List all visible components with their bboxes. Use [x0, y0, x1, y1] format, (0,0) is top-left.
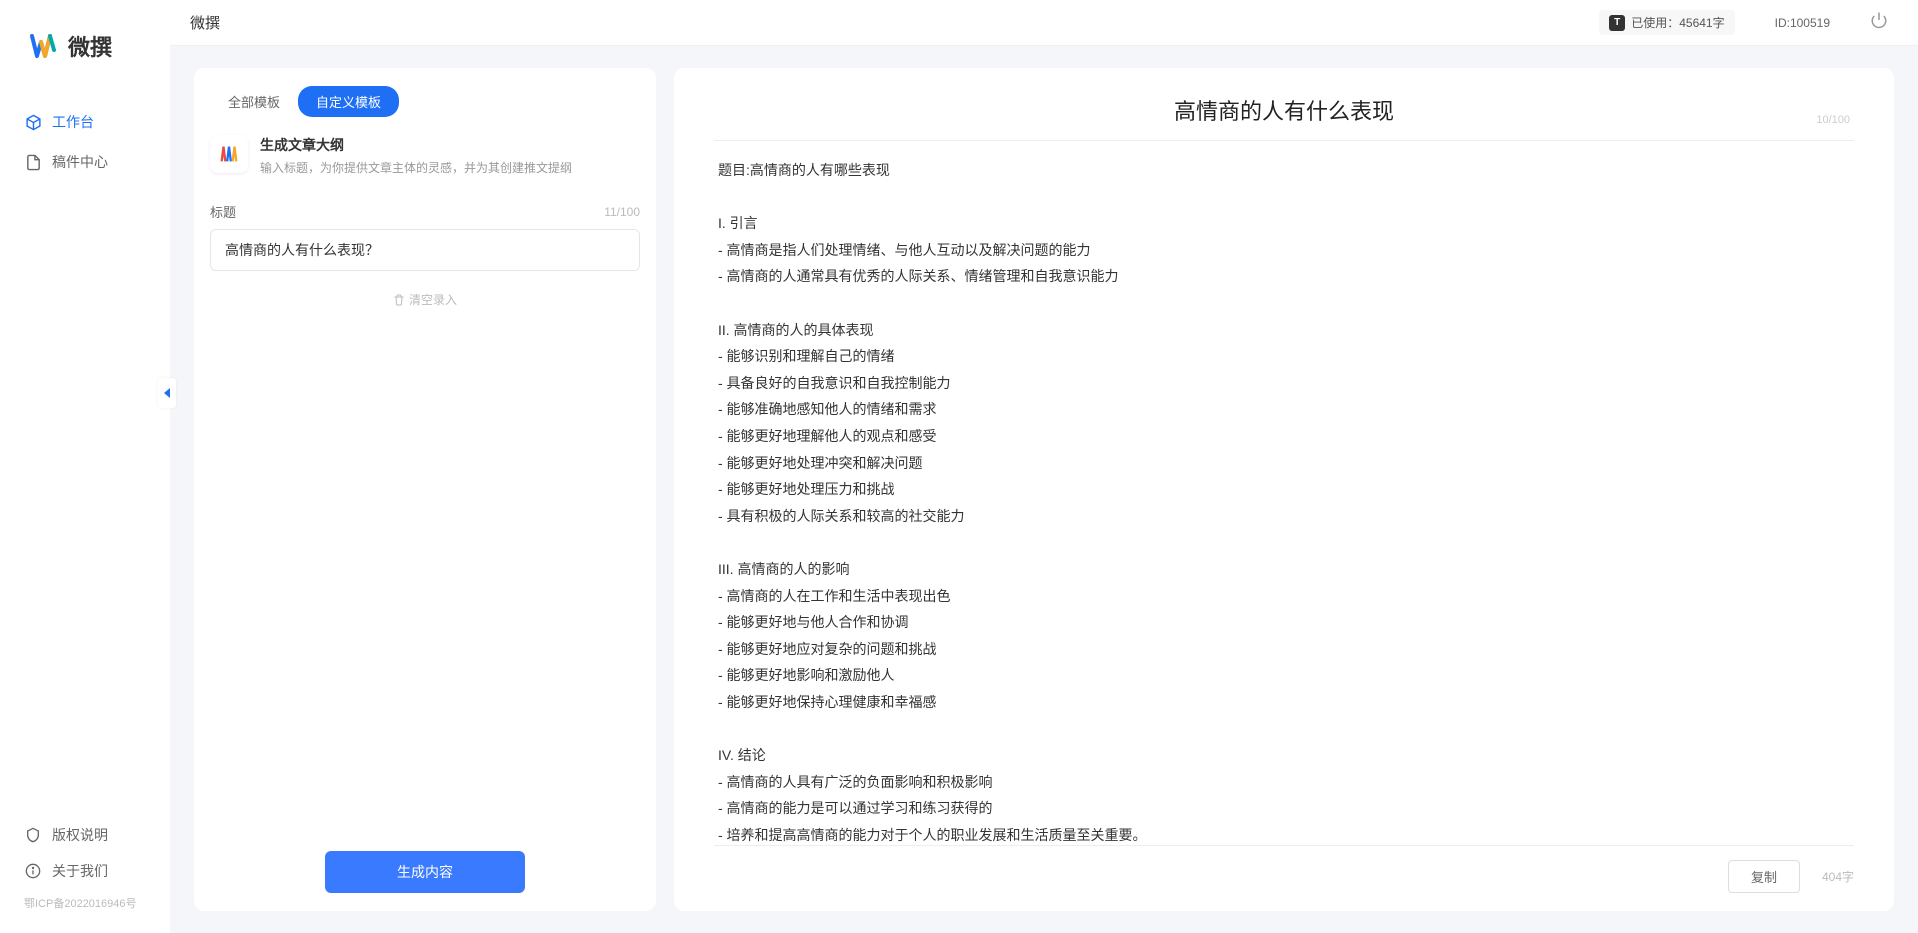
- nav-label: 稿件中心: [52, 152, 108, 172]
- output-title-count: 10/100: [1816, 114, 1850, 126]
- output-word-count: 404字: [1822, 868, 1854, 885]
- top-header: 微撰 T 已使用： 45641字 ID:100519: [170, 0, 1918, 46]
- tab-all-templates[interactable]: 全部模板: [210, 86, 298, 117]
- main-content: 全部模板 自定义模板 生成文章大纲 输入标题，为你提供文章主体的灵感，并为其创建…: [170, 46, 1918, 933]
- template-desc: 输入标题，为你提供文章主体的灵感，并为其创建推文提纲: [260, 159, 572, 176]
- cube-icon: [24, 113, 42, 131]
- template-card: 生成文章大纲 输入标题，为你提供文章主体的灵感，并为其创建推文提纲: [194, 117, 656, 190]
- app-title: 微撰: [190, 12, 220, 33]
- template-info: 生成文章大纲 输入标题，为你提供文章主体的灵感，并为其创建推文提纲: [260, 135, 572, 176]
- logo-icon: [30, 32, 60, 60]
- output-title: 高情商的人有什么表现: [714, 94, 1854, 126]
- logo-text: 微撰: [68, 30, 112, 62]
- usage-badge: T 已使用： 45641字: [1599, 10, 1734, 35]
- output-footer: 复制 404字: [714, 845, 1854, 893]
- nav-drafts[interactable]: 稿件中心: [0, 142, 170, 182]
- nav-label: 关于我们: [52, 861, 108, 881]
- title-char-count: 11/100: [604, 205, 640, 219]
- header-right: T 已使用： 45641字 ID:100519: [1599, 10, 1888, 35]
- usage-value: 45641字: [1679, 14, 1724, 31]
- trash-icon: [393, 294, 405, 306]
- tab-custom-templates[interactable]: 自定义模板: [298, 86, 399, 117]
- usage-label: 已使用：: [1631, 14, 1679, 31]
- output-title-row: 高情商的人有什么表现 10/100: [674, 68, 1894, 138]
- user-id: ID:100519: [1775, 16, 1830, 30]
- nav-copyright[interactable]: 版权说明: [0, 817, 170, 853]
- title-label-row: 标题 11/100: [210, 202, 640, 221]
- template-tabs: 全部模板 自定义模板: [194, 68, 656, 117]
- clear-input-button[interactable]: 清空录入: [210, 291, 640, 308]
- text-icon: T: [1609, 15, 1625, 31]
- power-icon[interactable]: [1870, 11, 1888, 34]
- input-panel: 全部模板 自定义模板 生成文章大纲 输入标题，为你提供文章主体的灵感，并为其创建…: [194, 68, 656, 911]
- logo: 微撰: [0, 30, 170, 102]
- shield-icon: [24, 826, 42, 844]
- title-field-section: 标题 11/100 清空录入: [194, 190, 656, 320]
- document-icon: [24, 153, 42, 171]
- nav-about[interactable]: 关于我们: [0, 853, 170, 889]
- output-content[interactable]: 题目:高情商的人有哪些表现 I. 引言 - 高情商是指人们处理情绪、与他人互动以…: [714, 140, 1854, 843]
- nav-workbench[interactable]: 工作台: [0, 102, 170, 142]
- sidebar: 微撰 工作台 稿件中心 版权说明 关于我们 鄂ICP: [0, 0, 170, 933]
- nav-label: 版权说明: [52, 825, 108, 845]
- title-label: 标题: [210, 202, 236, 221]
- output-panel: 高情商的人有什么表现 10/100 题目:高情商的人有哪些表现 I. 引言 - …: [674, 68, 1894, 911]
- title-input[interactable]: [210, 229, 640, 271]
- copy-button[interactable]: 复制: [1728, 860, 1800, 893]
- info-icon: [24, 862, 42, 880]
- generate-button[interactable]: 生成内容: [325, 851, 525, 893]
- icp-text: 鄂ICP备2022016946号: [0, 889, 170, 923]
- template-title: 生成文章大纲: [260, 135, 572, 155]
- template-icon: [210, 135, 248, 173]
- collapse-sidebar-handle[interactable]: [158, 378, 176, 408]
- bottom-nav: 版权说明 关于我们 鄂ICP备2022016946号: [0, 817, 170, 933]
- main-nav: 工作台 稿件中心: [0, 102, 170, 817]
- nav-label: 工作台: [52, 112, 94, 132]
